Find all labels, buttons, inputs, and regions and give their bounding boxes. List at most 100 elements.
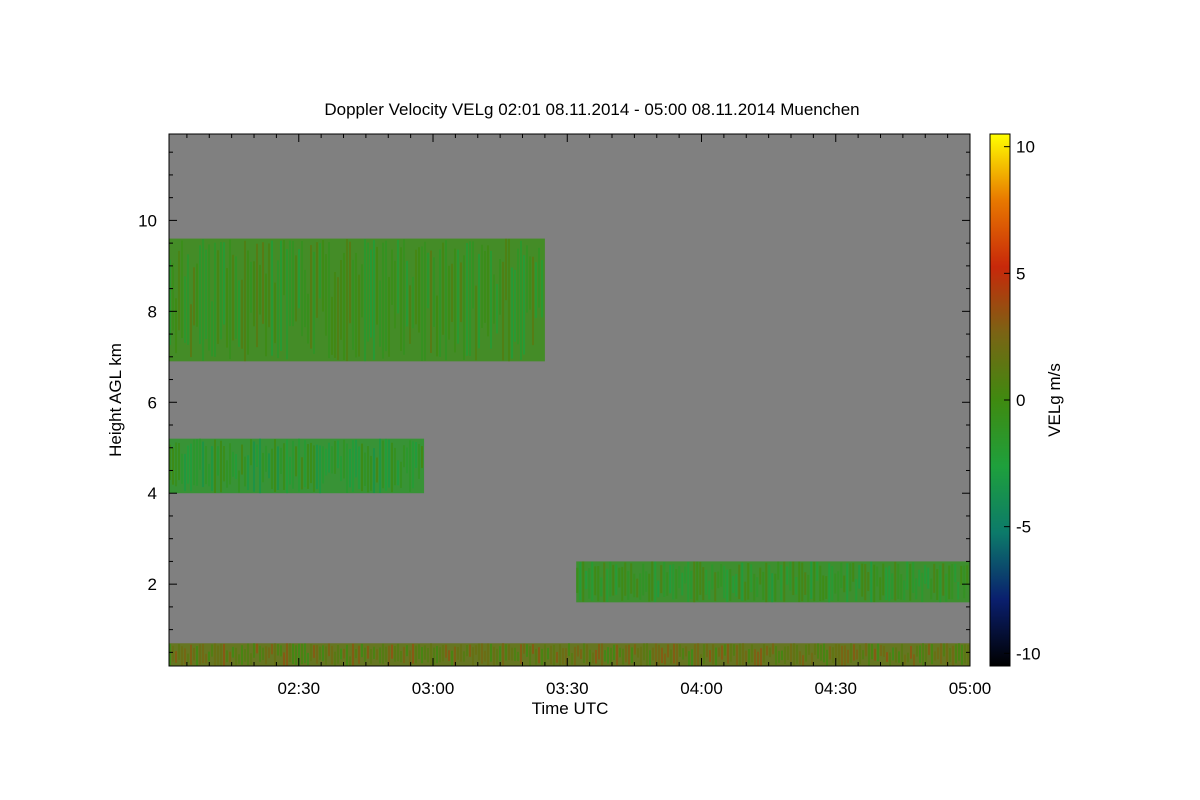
velocity-cell bbox=[732, 575, 735, 594]
velocity-cell bbox=[487, 245, 489, 337]
velocity-cell bbox=[798, 561, 801, 603]
velocity-cell bbox=[370, 249, 372, 338]
velocity-cell bbox=[738, 564, 741, 600]
velocity-cell bbox=[933, 563, 936, 593]
velocity-cell bbox=[391, 644, 393, 659]
velocity-cell bbox=[184, 276, 186, 343]
velocity-cell bbox=[397, 460, 399, 486]
velocity-cell bbox=[961, 644, 963, 665]
velocity-cell bbox=[187, 653, 189, 663]
velocity-cell bbox=[822, 575, 825, 601]
velocity-cell bbox=[280, 240, 282, 351]
colorbar-tick-label: 5 bbox=[1016, 264, 1025, 283]
velocity-cell bbox=[388, 439, 390, 488]
velocity-cell bbox=[442, 644, 444, 662]
velocity-cell bbox=[268, 453, 270, 479]
velocity-cell bbox=[340, 648, 342, 660]
velocity-cell bbox=[709, 650, 711, 662]
velocity-cell bbox=[298, 249, 300, 309]
velocity-cell bbox=[280, 447, 282, 474]
y-tick-label: 10 bbox=[138, 211, 157, 230]
velocity-cell bbox=[958, 643, 960, 661]
velocity-cell bbox=[418, 247, 420, 333]
velocity-cell bbox=[526, 245, 528, 313]
velocity-cell bbox=[229, 239, 231, 360]
velocity-cell bbox=[313, 251, 315, 354]
velocity-cell bbox=[756, 577, 759, 598]
velocity-cell bbox=[193, 439, 195, 486]
velocity-cell bbox=[358, 274, 360, 357]
velocity-cell bbox=[301, 240, 303, 337]
velocity-cell bbox=[577, 645, 579, 657]
velocity-cell bbox=[610, 647, 612, 664]
velocity-cell bbox=[691, 649, 693, 666]
velocity-cell bbox=[562, 648, 564, 665]
velocity-cell bbox=[229, 443, 231, 485]
velocity-cell bbox=[208, 651, 210, 662]
y-axis-label: Height AGL km bbox=[106, 343, 125, 457]
velocity-cell bbox=[214, 242, 216, 357]
velocity-cell bbox=[538, 247, 540, 308]
velocity-cell bbox=[310, 245, 312, 349]
velocity-cell bbox=[211, 301, 213, 357]
velocity-cell bbox=[208, 463, 210, 487]
velocity-cell bbox=[565, 648, 567, 665]
velocity-cell bbox=[582, 561, 585, 602]
velocity-cell bbox=[295, 645, 297, 665]
x-tick-label: 04:00 bbox=[680, 679, 723, 698]
velocity-cell bbox=[813, 561, 816, 602]
velocity-cell bbox=[760, 648, 762, 666]
velocity-cell bbox=[633, 573, 636, 598]
velocity-cell bbox=[253, 441, 255, 492]
velocity-cell bbox=[517, 248, 519, 345]
velocity-cell bbox=[394, 260, 396, 329]
velocity-cell bbox=[475, 285, 477, 361]
velocity-feature bbox=[169, 438, 425, 494]
velocity-cell bbox=[256, 643, 258, 654]
velocity-cell bbox=[328, 242, 330, 359]
velocity-cell bbox=[937, 647, 939, 660]
velocity-cell bbox=[690, 570, 693, 599]
velocity-cell bbox=[490, 250, 492, 349]
velocity-cell bbox=[780, 565, 783, 601]
velocity-cell bbox=[214, 439, 216, 493]
velocity-cell bbox=[649, 650, 651, 666]
velocity-cell bbox=[622, 648, 624, 665]
velocity-cell bbox=[445, 240, 447, 361]
velocity-cell bbox=[283, 240, 285, 296]
velocity-cell bbox=[864, 564, 867, 601]
x-axis-label: Time UTC bbox=[532, 699, 609, 718]
velocity-cell bbox=[645, 571, 648, 592]
velocity-cell bbox=[550, 645, 552, 665]
velocity-cell bbox=[316, 242, 318, 318]
velocity-cell bbox=[811, 652, 813, 665]
velocity-cell bbox=[814, 643, 816, 655]
velocity-cell bbox=[319, 445, 321, 494]
velocity-cell bbox=[430, 250, 432, 353]
velocity-cell bbox=[382, 643, 384, 664]
velocity-cell bbox=[807, 574, 810, 602]
velocity-cell bbox=[331, 296, 333, 355]
velocity-cell bbox=[858, 564, 861, 589]
velocity-cell bbox=[373, 240, 375, 360]
velocity-cell bbox=[870, 561, 873, 603]
velocity-cell bbox=[912, 562, 915, 593]
velocity-cell bbox=[676, 643, 678, 666]
velocity-cell bbox=[574, 646, 576, 666]
velocity-cell bbox=[949, 647, 951, 662]
velocity-feature bbox=[169, 238, 545, 362]
velocity-cell bbox=[817, 643, 819, 659]
velocity-cell bbox=[639, 573, 642, 600]
velocity-cell bbox=[915, 578, 918, 600]
velocity-cell bbox=[412, 276, 414, 329]
velocity-cell bbox=[871, 643, 873, 660]
velocity-cell bbox=[859, 644, 861, 665]
velocity-cell bbox=[897, 563, 900, 599]
velocity-cell bbox=[913, 654, 915, 666]
velocity-cell bbox=[172, 263, 174, 331]
velocity-cell bbox=[427, 252, 429, 309]
velocity-cell bbox=[325, 254, 327, 336]
doppler-velocity-chart: Doppler Velocity VELg 02:01 08.11.2014 -… bbox=[106, 100, 1064, 718]
velocity-cell bbox=[592, 652, 594, 664]
velocity-cell bbox=[331, 645, 333, 665]
